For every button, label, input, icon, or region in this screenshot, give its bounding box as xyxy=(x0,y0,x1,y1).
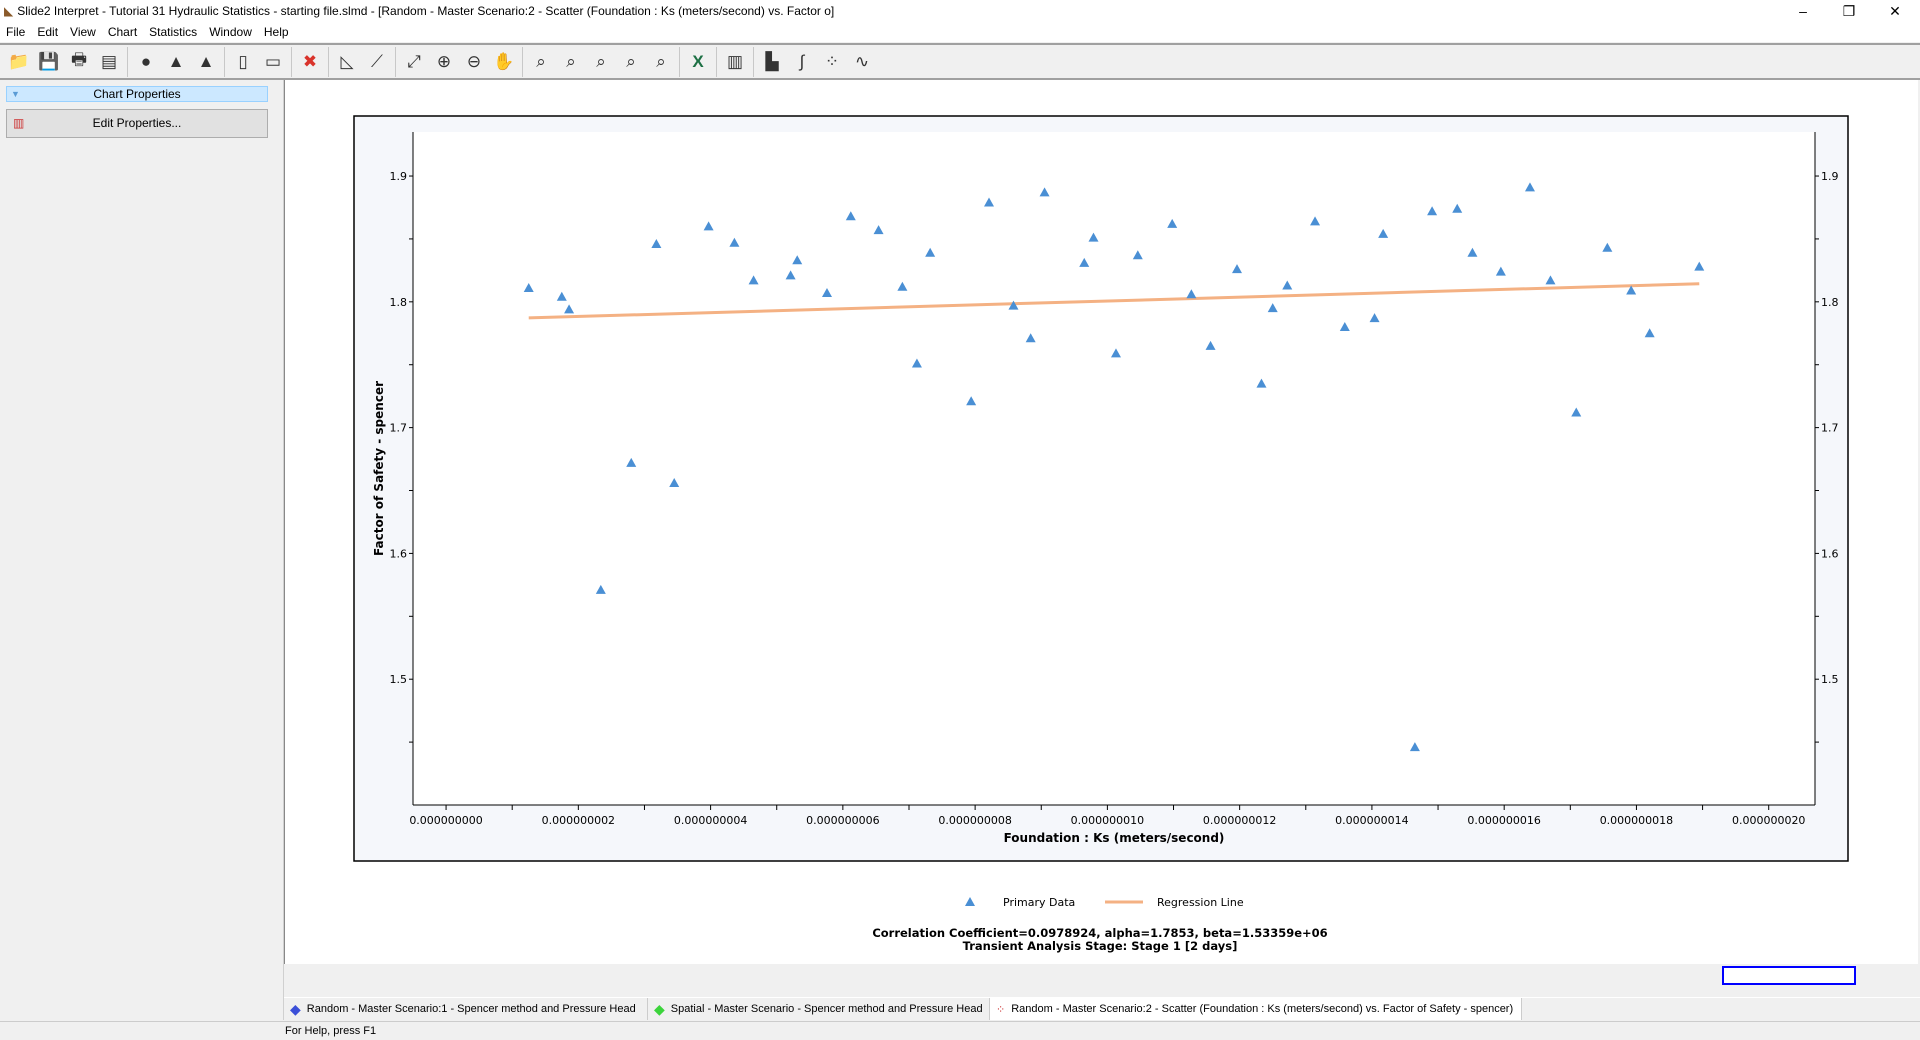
x-tick-label: 0.000000010 xyxy=(1071,814,1144,827)
x-axis-label: Foundation : Ks (meters/second) xyxy=(1004,831,1225,845)
tab-1[interactable]: ◆ Random - Master Scenario:1 - Spencer me… xyxy=(284,998,648,1020)
x-tick-label: 0.000000016 xyxy=(1467,814,1540,827)
y-tick-label: 1.8 xyxy=(390,296,408,309)
tab-label: Random - Master Scenario:2 - Scatter (Fo… xyxy=(1011,1003,1514,1015)
scatter-chart: 1.5 1.5 1.6 1.6 1.7 1.7 1.8 1.8 1.9 1.9 0.00000000… xyxy=(353,115,1849,953)
x-tick-label: 0.000000012 xyxy=(1203,814,1276,827)
x-tick-label: 0.000000014 xyxy=(1335,814,1408,827)
tab-2[interactable]: ◆ Spatial - Master Scenario - Spencer met… xyxy=(648,998,990,1020)
y-tick-label-right: 1.8 xyxy=(1821,296,1839,309)
stage-annotation: Transient Analysis Stage: Stage 1 [2 day… xyxy=(963,939,1238,953)
legend-triangle-icon xyxy=(965,897,975,906)
tab-label: Random - Master Scenario:1 - Spencer met… xyxy=(306,1003,636,1015)
y-tick-label: 1.6 xyxy=(390,547,408,560)
tab-label: Spatial - Master Scenario - Spencer meth… xyxy=(670,1003,983,1015)
x-tick-label: 0.000000004 xyxy=(674,814,747,827)
document-tabs: ◆ Random - Master Scenario:1 - Spencer me… xyxy=(284,997,1920,1020)
tab-3[interactable]: ⁘ Random - Master Scenario:2 - Scatter (F… xyxy=(990,998,1522,1020)
y-tick-label: 1.5 xyxy=(390,673,408,686)
x-tick-label: 0.000000018 xyxy=(1600,814,1673,827)
view-bottom-strip xyxy=(284,964,1920,990)
x-tick-label: 0.000000006 xyxy=(806,814,879,827)
status-bar: For Help, press F1 xyxy=(0,1021,1920,1040)
scatter-icon: ⁘ xyxy=(996,1003,1006,1016)
x-tick-label: 0.000000002 xyxy=(542,814,615,827)
x-tick-label: 0.000000020 xyxy=(1732,814,1805,827)
legend-primary-data: Primary Data xyxy=(1003,896,1075,909)
selection-box[interactable] xyxy=(1722,966,1856,985)
blue-diamond-icon: ◆ xyxy=(290,1000,301,1017)
correlation-annotation: Correlation Coefficient=0.0978924, alpha… xyxy=(872,926,1327,940)
x-tick-label: 0.000000008 xyxy=(938,814,1011,827)
legend-regression-line: Regression Line xyxy=(1157,896,1244,909)
y-tick-label-right: 1.9 xyxy=(1821,170,1839,183)
x-tick-label: 0.000000000 xyxy=(409,814,482,827)
plot-area xyxy=(413,132,1815,805)
y-tick-label-right: 1.6 xyxy=(1821,547,1839,560)
y-tick-label-right: 1.7 xyxy=(1821,422,1839,435)
y-tick-label: 1.9 xyxy=(390,170,408,183)
y-tick-label: 1.7 xyxy=(390,422,408,435)
green-diamond-icon: ◆ xyxy=(654,1000,665,1017)
y-tick-label-right: 1.5 xyxy=(1821,673,1839,686)
y-axis-label: Factor of Safety - spencer xyxy=(372,381,386,556)
